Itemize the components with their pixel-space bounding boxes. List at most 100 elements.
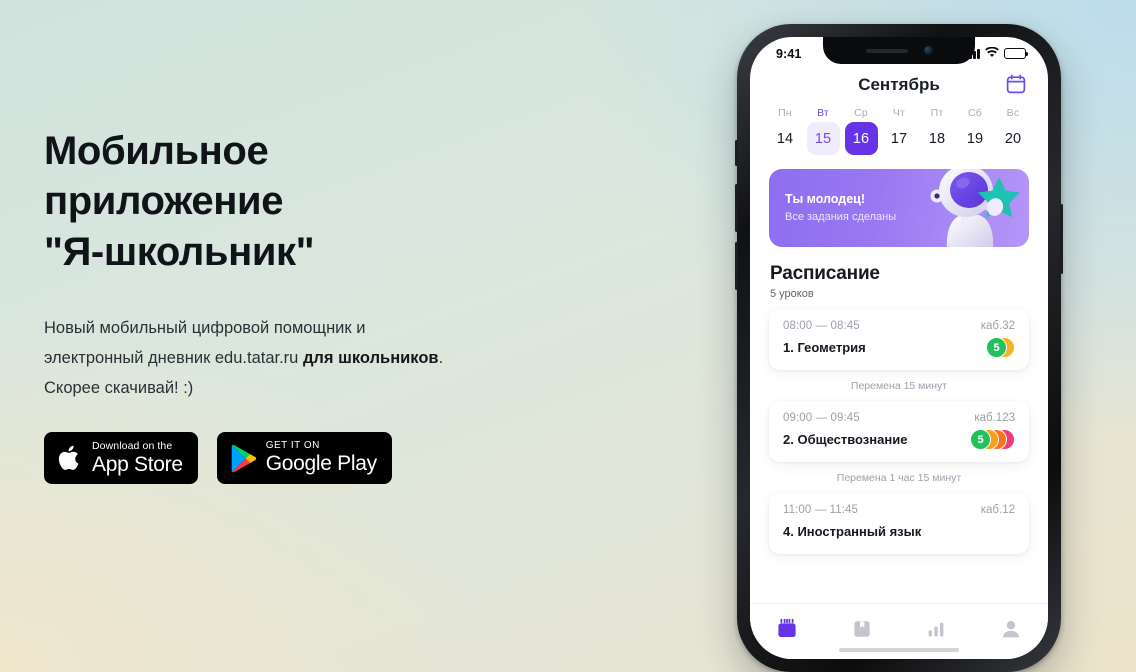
calendar-date-17[interactable]: 17: [883, 122, 916, 155]
promo-banner[interactable]: Ты молодец! Все задания сделаны: [769, 169, 1029, 247]
date-cell: 18: [918, 122, 956, 155]
weekday-label: Пт: [930, 107, 944, 119]
lesson-meta-row: 09:00 — 09:45 каб.123: [783, 412, 1015, 424]
description-line-1: Новый мобильный цифровой помощник и: [44, 319, 366, 338]
headline-line-3: "Я-школьник": [44, 229, 315, 274]
date-cell: 16: [842, 122, 880, 155]
calendar-date-18[interactable]: 18: [921, 122, 954, 155]
volume-up-button[interactable]: [735, 184, 738, 232]
google-play-label: GET IT ON Google Play: [266, 440, 377, 476]
lesson-meta-row: 11:00 — 11:45 каб.12: [783, 504, 1015, 516]
power-button[interactable]: [1060, 204, 1063, 274]
lesson-card[interactable]: 09:00 — 09:45 каб.123 2. Обществознание 5: [769, 401, 1029, 462]
phone-screen: 9:41 Сентябрь Пн Вт Ср Чт Пт Сб Вс 14 15…: [750, 37, 1048, 659]
description-line-2: электронный дневник edu.tatar.ru для шко…: [44, 343, 514, 373]
app-store-bottom-text: App Store: [92, 452, 183, 476]
store-badges: Download on the App Store GET IT ON Goog…: [44, 432, 392, 484]
silent-switch[interactable]: [735, 140, 738, 166]
grade-badge: 5: [970, 429, 991, 450]
astronaut-with-star-illustration: [913, 169, 1025, 247]
stats-bars-tab-icon: [925, 618, 947, 645]
weekday-label: Вс: [1006, 107, 1020, 119]
date-cell: 14: [766, 122, 804, 155]
google-play-top-text: GET IT ON: [265, 439, 320, 451]
google-play-bottom-text: Google Play: [265, 452, 377, 476]
lesson-card[interactable]: 08:00 — 08:45 каб.32 1. Геометрия 5: [769, 309, 1029, 370]
weekday-label: Чт: [892, 107, 906, 119]
headline-line-2: приложение: [44, 179, 284, 224]
calendar-date-19[interactable]: 19: [959, 122, 992, 155]
lesson-room: каб.123: [974, 412, 1015, 424]
schedule-lesson-count: 5 уроков: [770, 288, 814, 300]
scroll-fade: [750, 589, 1048, 603]
lesson-time: 09:00 — 09:45: [783, 412, 860, 424]
lesson-card[interactable]: 11:00 — 11:45 каб.12 4. Иностранный язык: [769, 493, 1029, 554]
book-tab-icon: [851, 618, 873, 645]
headline-line-1: Мобильное: [44, 129, 269, 173]
volume-down-button[interactable]: [735, 242, 738, 290]
schedule-header: Расписание 5 уроков: [750, 247, 1048, 300]
lesson-name: 2. Обществознание: [783, 432, 908, 447]
schedule-title: Расписание: [770, 263, 880, 284]
status-bar: 9:41: [750, 37, 1048, 67]
cellular-signal-icon: [965, 48, 980, 59]
lesson-name: 1. Геометрия: [783, 340, 866, 355]
weekday-label: Пн: [778, 107, 792, 119]
lesson-list: 08:00 — 08:45 каб.32 1. Геометрия 5 Перемена…: [750, 309, 1048, 554]
weekday-label: Ср: [854, 107, 868, 119]
lesson-room: каб.12: [980, 504, 1015, 516]
grade-badge-group[interactable]: 5: [970, 429, 1015, 450]
landing-page: Мобильное приложение "Я-школьник" Новый …: [0, 0, 1136, 672]
calendar-date-14[interactable]: 14: [769, 122, 802, 155]
google-play-button[interactable]: GET IT ON Google Play: [216, 432, 392, 484]
battery-icon: [1004, 48, 1029, 59]
lesson-main-row: 2. Обществознание 5: [783, 429, 1015, 450]
grade-badge-group[interactable]: 5: [986, 337, 1015, 358]
calendar-date-row: 14 15 16 17 18 19 20: [750, 122, 1048, 155]
home-indicator: [839, 647, 959, 652]
description-highlight: для школьников: [302, 349, 439, 368]
calendar-date-20[interactable]: 20: [997, 122, 1030, 155]
hero-copy: Мобильное приложение "Я-школьник" Новый …: [44, 126, 514, 403]
apple-icon: [57, 443, 82, 473]
break-note: Перемена 15 минут: [850, 380, 948, 392]
calendar-date-16[interactable]: 16: [844, 122, 878, 155]
phone-mockup: 9:41 Сентябрь Пн Вт Ср Чт Пт Сб Вс 14 15…: [735, 24, 1063, 672]
wifi-icon: [985, 45, 999, 63]
promo-title: Ты молодец!: [785, 192, 866, 206]
weekday-label: Сб: [968, 107, 982, 119]
tab-profile[interactable]: [974, 604, 1049, 659]
app-store-top-text: Download on the: [92, 439, 173, 452]
description-line-3: Скорее скачивай! :): [44, 379, 194, 398]
lesson-time: 11:00 — 11:45: [783, 504, 859, 516]
app-store-label: Download on the App Store: [92, 440, 183, 477]
page-title: Мобильное приложение "Я-школьник": [44, 126, 514, 277]
date-cell: 20: [994, 122, 1032, 155]
calendar-icon[interactable]: [1005, 73, 1027, 95]
google-play-icon: [230, 444, 256, 473]
date-cell: 15: [804, 122, 842, 155]
grade-badge: 5: [986, 337, 1007, 358]
lesson-room: каб.32: [980, 320, 1015, 332]
profile-tab-icon: [1000, 618, 1022, 645]
date-cell: 17: [880, 122, 918, 155]
break-note: Перемена 1 час 15 минут: [836, 472, 962, 484]
lesson-main-row: 1. Геометрия 5: [783, 337, 1015, 358]
app-store-button[interactable]: Download on the App Store: [44, 432, 198, 484]
phone-frame: 9:41 Сентябрь Пн Вт Ср Чт Пт Сб Вс 14 15…: [735, 24, 1063, 672]
status-icons: [965, 45, 1029, 63]
description-line-2-suffix: .: [438, 349, 444, 368]
lesson-meta-row: 08:00 — 08:45 каб.32: [783, 320, 1015, 332]
promo-subtitle: Все задания сделаны: [785, 210, 897, 223]
lesson-name: 4. Иностранный язык: [783, 524, 922, 539]
hero-description: Новый мобильный цифровой помощник и элек…: [44, 313, 514, 403]
date-cell: 19: [956, 122, 994, 155]
lesson-time: 08:00 — 08:45: [783, 320, 860, 332]
tab-schedule[interactable]: [750, 604, 825, 659]
weekday-label: Вт: [817, 107, 829, 119]
calendar-tab-icon: [776, 618, 798, 645]
calendar-weekday-row: Пн Вт Ср Чт Пт Сб Вс: [750, 107, 1048, 119]
promo-text: Ты молодец! Все задания сделаны: [785, 191, 896, 226]
calendar-date-15[interactable]: 15: [806, 122, 840, 155]
calendar-month-label: Сентябрь: [858, 75, 940, 94]
